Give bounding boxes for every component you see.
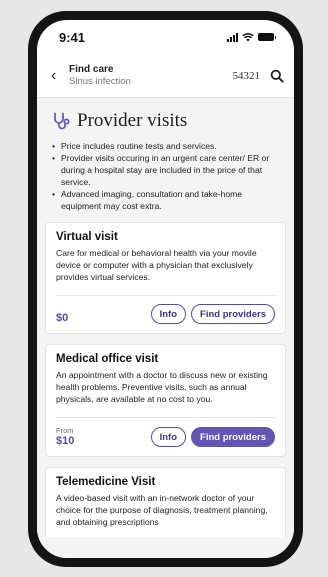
section-header: Provider visits Price includes routine t… — [45, 110, 286, 212]
section-title-row: Provider visits — [52, 110, 279, 132]
battery-icon — [258, 33, 276, 41]
search-bar[interactable]: ‹ Find care Sinus infection 54321 — [37, 54, 294, 98]
search-icon[interactable] — [270, 69, 284, 83]
find-providers-button[interactable]: Find providers — [191, 427, 275, 447]
info-button[interactable]: Info — [150, 427, 187, 447]
status-icons — [227, 32, 276, 42]
chevron-left-icon[interactable]: ‹ — [51, 67, 69, 85]
find-providers-button[interactable]: Find providers — [191, 304, 275, 324]
visit-card-telemedicine: Telemedicine Visit A video-based visit w… — [45, 467, 286, 537]
price-value: $0 — [56, 312, 69, 324]
price-value: $10 — [56, 435, 75, 447]
status-time: 9:41 — [59, 29, 86, 45]
phone-screen: 9:41 ‹ Find care Sinus infection 54321 P… — [37, 20, 294, 558]
price-block: $0 — [56, 312, 68, 324]
search-subtitle: Sinus infection — [69, 76, 131, 87]
card-footer: $0 Info Find providers — [56, 295, 275, 324]
content-area: Provider visits Price includes routine t… — [37, 98, 294, 558]
visit-card-office: Medical office visit An appointment with… — [45, 344, 286, 457]
phone-frame: 9:41 ‹ Find care Sinus infection 54321 P… — [28, 11, 303, 567]
info-bullet: Price includes routine tests and service… — [52, 140, 279, 152]
price-prefix: From — [56, 426, 74, 435]
signal-icon — [227, 32, 238, 42]
card-description: A video-based visit with an in-network d… — [56, 493, 268, 527]
zip-code[interactable]: 54321 — [233, 70, 261, 82]
card-title: Virtual visit — [56, 231, 118, 243]
search-summary[interactable]: Find care Sinus infection — [69, 64, 233, 87]
card-title: Medical office visit — [56, 353, 159, 365]
card-actions: Info Find providers — [150, 427, 275, 447]
price-block: From $10 — [56, 426, 74, 447]
status-bar: 9:41 — [37, 20, 294, 54]
info-button[interactable]: Info — [150, 304, 187, 324]
card-description: An appointment with a doctor to discuss … — [56, 370, 268, 404]
info-bullet: Provider visits occuring in an urgent ca… — [52, 152, 279, 188]
card-actions: Info Find providers — [150, 304, 275, 324]
page-title: Provider visits — [77, 110, 188, 131]
search-title: Find care — [69, 64, 114, 75]
info-bullets: Price includes routine tests and service… — [52, 140, 279, 212]
wifi-icon — [242, 32, 254, 41]
stethoscope-icon — [54, 112, 70, 130]
visit-card-virtual: Virtual visit Care for medical or behavi… — [45, 222, 286, 334]
card-footer: From $10 Info Find providers — [56, 417, 275, 447]
card-description: Care for medical or behavioral health vi… — [56, 248, 257, 282]
info-bullet: Advanced imaging, consultation and take-… — [52, 188, 279, 212]
card-title: Telemedicine Visit — [56, 476, 156, 488]
